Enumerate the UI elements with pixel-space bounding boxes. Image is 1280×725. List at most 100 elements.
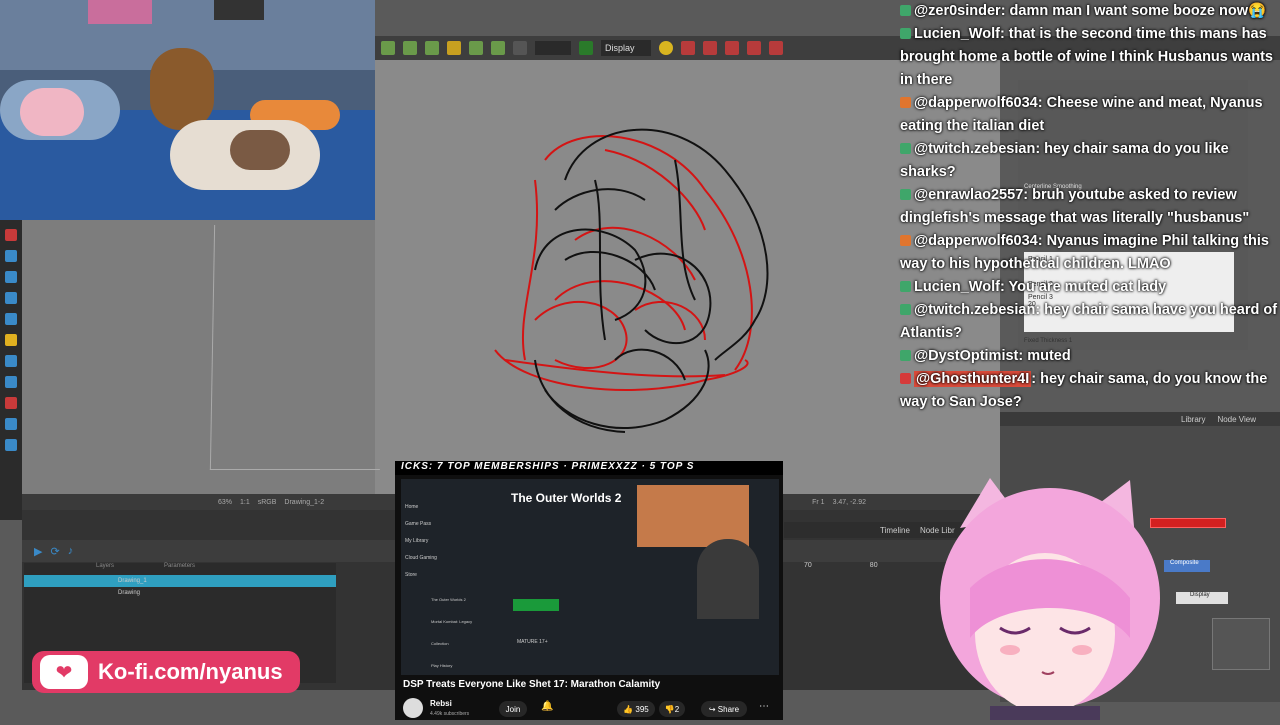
text-tool-icon[interactable]	[5, 334, 17, 346]
recent-list: The Outer Worlds 2 Mortal Kombat: Legacy…	[405, 589, 485, 677]
recent-item[interactable]: Play History	[405, 655, 485, 677]
share-button[interactable]: ↪ Share	[701, 701, 747, 717]
layer-info: Drawing_1-2	[284, 498, 325, 506]
rotation-value: 1:1	[240, 498, 250, 506]
zoom-value[interactable]: 63%	[218, 499, 232, 506]
layer-label: Drawing	[118, 590, 141, 596]
recent-item[interactable]: The Outer Worlds 2	[405, 589, 485, 611]
bell-icon[interactable]: 🔔	[541, 701, 553, 712]
loop-icon[interactable]: ⟳	[50, 545, 59, 558]
dislike-button[interactable]: 👎 2	[659, 701, 685, 717]
zoom-icon[interactable]	[469, 41, 483, 55]
stage-frame	[209, 225, 385, 470]
game-boxart	[637, 485, 749, 547]
chat-username[interactable]: @DystOptimist	[914, 348, 1018, 364]
sound-icon[interactable]: ♪	[68, 545, 74, 557]
display-select[interactable]: Display	[601, 40, 651, 56]
channel-avatar[interactable]	[403, 698, 423, 718]
chat-message: @twitch.zebesian: hey chair sama do you …	[900, 138, 1280, 184]
grid-icon[interactable]	[513, 41, 527, 55]
color-mode: sRGB	[257, 498, 277, 506]
chat-username[interactable]: @dapperwolf6034	[914, 95, 1038, 111]
chat-text: : muted	[1018, 348, 1071, 364]
chat-username[interactable]: @zer0sinder	[914, 3, 1001, 19]
badge-icon	[900, 28, 911, 39]
display-node[interactable]: Display	[1176, 592, 1228, 604]
params-title: Parameters	[164, 563, 196, 569]
sidebar-item[interactable]: Cloud Gaming	[405, 550, 465, 567]
channel-name[interactable]: Rebsi	[430, 699, 452, 708]
pink-plush	[20, 88, 84, 136]
rating-label: MATURE 17+	[517, 639, 548, 645]
pen-tool-icon[interactable]	[579, 41, 593, 55]
layer-row[interactable]: Drawing_1	[24, 575, 336, 587]
eraser-tool-icon[interactable]	[5, 271, 17, 283]
left-toolbar	[0, 220, 22, 520]
flip-icon[interactable]	[491, 41, 505, 55]
chat-username[interactable]: @enrawlao2557	[914, 187, 1023, 203]
onion-reset-icon[interactable]	[769, 41, 783, 55]
kofi-cup-icon: ❤	[40, 655, 88, 689]
play-button[interactable]	[513, 599, 559, 611]
youtube-overlay: ICKS: 7 TOP MEMBERSHIPS · PRIMEXXZZ · 5 …	[395, 461, 783, 720]
like-button[interactable]: 👍 395	[617, 701, 655, 717]
paint-tool-icon[interactable]	[5, 292, 17, 304]
play-icon[interactable]: ▶	[34, 545, 42, 558]
sidebar-item[interactable]: Home	[405, 499, 465, 516]
chat-username[interactable]: @twitch.zebesian	[914, 302, 1035, 318]
onion-color-icon[interactable]	[747, 41, 761, 55]
chat-username[interactable]: @twitch.zebesian	[914, 141, 1035, 157]
shape-tool-icon[interactable]	[5, 313, 17, 325]
chat-username[interactable]: Lucien_Wolf	[914, 26, 1000, 42]
layer-row[interactable]: Drawing	[24, 587, 336, 599]
more-icon[interactable]: ⋯	[759, 701, 769, 712]
video-title[interactable]: DSP Treats Everyone Like Shet 17: Marath…	[403, 679, 660, 690]
chat-username[interactable]: Lucien_Wolf	[914, 279, 1000, 295]
select-icon[interactable]	[447, 41, 461, 55]
hand-tool-icon[interactable]	[5, 418, 17, 430]
transform-icon[interactable]	[403, 41, 417, 55]
video-player[interactable]: Home Game Pass My Library Cloud Gaming S…	[401, 479, 779, 675]
select-tool-icon[interactable]	[5, 355, 17, 367]
recent-item[interactable]: Mortal Kombat: Legacy Collection	[405, 611, 485, 655]
sidebar-item[interactable]: Game Pass	[405, 516, 465, 533]
lightbulb-icon[interactable]	[659, 41, 673, 55]
xbox-sidebar: Home Game Pass My Library Cloud Gaming S…	[405, 499, 465, 584]
streamer-cam	[697, 539, 759, 619]
chat-username[interactable]: @Ghosthunter4I	[914, 371, 1032, 387]
pencil-tool-icon[interactable]	[5, 250, 17, 262]
join-button[interactable]: Join	[499, 701, 527, 717]
chat-message: @twitch.zebesian: hey chair sama have yo…	[900, 299, 1280, 345]
chat-text: : damn man I want some booze now😭	[1000, 3, 1267, 19]
chat-overlay: @zer0sinder: damn man I want some booze …	[896, 0, 1280, 480]
tab-timeline[interactable]: Timeline	[880, 526, 910, 535]
badge-icon	[900, 373, 911, 384]
badge-icon	[900, 304, 911, 315]
brush-tool-icon[interactable]	[5, 229, 17, 241]
sidebar-item[interactable]: Store	[405, 567, 465, 584]
husky-back	[230, 130, 290, 170]
chat-message: @enrawlao2557: bruh youtube asked to rev…	[900, 184, 1280, 230]
composite-node[interactable]: Composite	[1164, 560, 1210, 572]
webcam-feed	[0, 0, 375, 220]
sidebar-item[interactable]: My Library	[405, 533, 465, 550]
navigator-thumbnail[interactable]	[1212, 618, 1270, 670]
onion-skin-icon[interactable]	[681, 41, 695, 55]
rotate-icon[interactable]	[425, 41, 439, 55]
chat-message: @Ghosthunter4I: hey chair sama, do you k…	[900, 368, 1280, 414]
layer-dropdown[interactable]	[535, 41, 571, 55]
dislike-count: 2	[674, 704, 680, 714]
dropper-tool-icon[interactable]	[5, 397, 17, 409]
contour-tool-icon[interactable]	[5, 376, 17, 388]
teddy-bear	[150, 48, 214, 130]
move-icon[interactable]	[381, 41, 395, 55]
onion-prev-icon[interactable]	[703, 41, 717, 55]
zoom-tool-icon[interactable]	[5, 439, 17, 451]
kofi-label: Ko-fi.com/nyanus	[98, 659, 283, 684]
chat-username[interactable]: @dapperwolf6034	[914, 233, 1038, 249]
frame-picture	[214, 0, 264, 20]
avatar-art	[940, 478, 1160, 720]
frame-number: 70	[804, 562, 812, 569]
share-label: Share	[717, 704, 740, 714]
onion-next-icon[interactable]	[725, 41, 739, 55]
